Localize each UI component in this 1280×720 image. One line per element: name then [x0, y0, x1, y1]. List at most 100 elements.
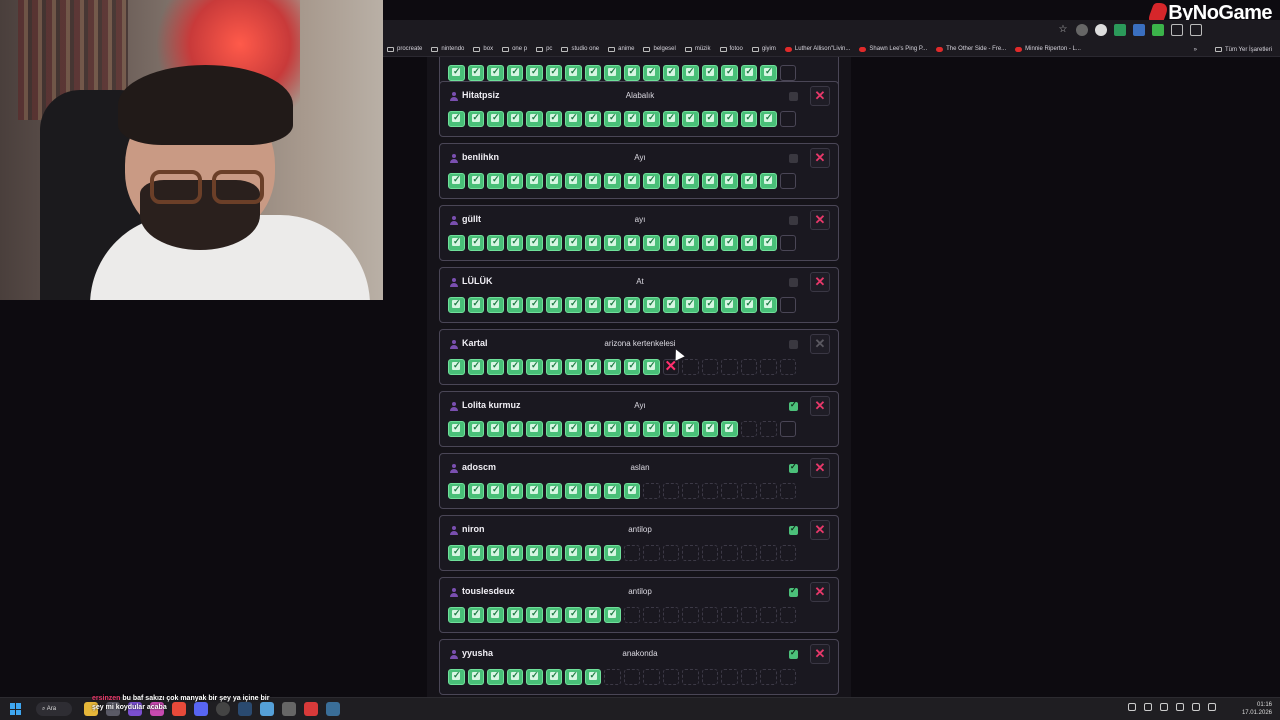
- bookmark-item[interactable]: giyim: [751, 46, 776, 52]
- guess-correct-box: [526, 297, 543, 313]
- guess-correct-box: [448, 359, 465, 375]
- windows-start-icon[interactable]: [10, 703, 22, 715]
- guess-correct-box: [526, 111, 543, 127]
- guess-correct-box: [448, 421, 465, 437]
- bookmark-item[interactable]: box: [473, 46, 493, 52]
- guess-empty-box: [760, 359, 777, 375]
- bookmark-item[interactable]: pc: [536, 46, 552, 52]
- approve-checkbox[interactable]: [789, 216, 798, 225]
- star-icon[interactable]: ☆: [1057, 24, 1069, 36]
- guess-row: [448, 421, 796, 437]
- user-icon: [450, 154, 458, 163]
- guess-correct-box: [623, 65, 640, 81]
- guess-correct-box: [623, 359, 640, 375]
- bookmark-item[interactable]: Minnie Riperton - L...: [1015, 46, 1081, 52]
- download-icon[interactable]: [1190, 24, 1202, 36]
- guess-empty-box: [682, 607, 699, 623]
- user-icon: [450, 650, 458, 659]
- screen: ByNoGame ☆ procreate nintendo box one p pc st…: [0, 0, 1280, 720]
- delete-button[interactable]: ✕: [810, 210, 830, 230]
- network-icon[interactable]: [1144, 703, 1152, 711]
- approve-checkbox[interactable]: [789, 400, 798, 411]
- delete-button[interactable]: ✕: [810, 334, 830, 354]
- guess-correct-box: [545, 545, 562, 561]
- guess-correct-box: [701, 111, 718, 127]
- bookmark-item[interactable]: one p: [502, 46, 527, 52]
- delete-button[interactable]: ✕: [810, 458, 830, 478]
- wifi-icon[interactable]: [1176, 703, 1184, 711]
- guess-empty-box: [779, 111, 796, 127]
- approve-checkbox[interactable]: [789, 154, 798, 163]
- guess-correct-box: [487, 297, 504, 313]
- guess-correct-box: [545, 111, 562, 127]
- guess-correct-box: [760, 297, 777, 313]
- delete-button[interactable]: ✕: [810, 396, 830, 416]
- guess-correct-box: [643, 297, 660, 313]
- bookmark-item[interactable]: anime: [608, 46, 634, 52]
- chat-username: ersinzen: [92, 695, 121, 702]
- guess-correct-box: [740, 173, 757, 189]
- steam-icon[interactable]: [326, 702, 340, 716]
- taskbar-clock[interactable]: 01:16 17.01.2026: [1242, 701, 1272, 717]
- bookmark-label: Shawn Lee's Ping P...: [869, 46, 928, 52]
- extension-icon[interactable]: [1152, 24, 1164, 36]
- puzzle-icon[interactable]: [1171, 24, 1183, 36]
- approve-checkbox[interactable]: [789, 278, 798, 287]
- volume-icon[interactable]: [1192, 703, 1200, 711]
- player-list: HitatpsizAlabalık✕benlihknAyı✕gülltayı✕L…: [427, 57, 851, 697]
- bookmark-item[interactable]: fotoo: [719, 46, 743, 52]
- guess-correct-box: [565, 607, 582, 623]
- player-name: touslesdeux: [462, 586, 515, 596]
- youtube-icon: [1015, 46, 1023, 52]
- app-icon[interactable]: [304, 702, 318, 716]
- delete-button[interactable]: ✕: [810, 644, 830, 664]
- delete-button[interactable]: ✕: [810, 86, 830, 106]
- guess-correct-box: [565, 545, 582, 561]
- guess-correct-box: [545, 421, 562, 437]
- approve-checkbox[interactable]: [789, 92, 798, 101]
- approve-checkbox[interactable]: [789, 648, 798, 659]
- player-answer: aslan: [630, 463, 650, 472]
- bookmark-item[interactable]: The Other Side - Fre...: [936, 46, 1006, 52]
- approve-checkbox[interactable]: [789, 524, 798, 535]
- guess-correct-box: [604, 421, 621, 437]
- guess-empty-box: [740, 359, 757, 375]
- approve-checkbox[interactable]: [789, 462, 798, 473]
- chevron-up-icon[interactable]: [1128, 703, 1136, 711]
- all-bookmarks-button[interactable]: Tüm Yer İşaretleri: [1214, 46, 1272, 53]
- bookmarks-more-button[interactable]: »: [1194, 47, 1197, 53]
- guess-correct-box: [448, 545, 465, 561]
- guess-correct-box: [467, 111, 484, 127]
- delete-button[interactable]: ✕: [810, 582, 830, 602]
- approve-checkbox[interactable]: [789, 340, 798, 349]
- delete-button[interactable]: ✕: [810, 272, 830, 292]
- bookmark-label: one p: [512, 46, 528, 52]
- battery-icon[interactable]: [1208, 703, 1216, 711]
- extension-icon[interactable]: [1133, 24, 1145, 36]
- extension-icon[interactable]: [1076, 24, 1088, 36]
- player-name: niron: [462, 524, 485, 534]
- browser-url-bar[interactable]: ☆: [383, 20, 1280, 42]
- app-icon[interactable]: [282, 702, 296, 716]
- taskbar-search[interactable]: ⌕ Ara: [36, 702, 72, 716]
- bookmark-item[interactable]: procreate: [387, 46, 422, 52]
- delete-button[interactable]: ✕: [810, 520, 830, 540]
- extension-icon[interactable]: [1095, 24, 1107, 36]
- guess-correct-box: [467, 483, 484, 499]
- app-tray-icon[interactable]: [1160, 703, 1168, 711]
- bookmark-item[interactable]: Shawn Lee's Ping P...: [859, 46, 927, 52]
- bookmark-item[interactable]: nintendo: [431, 46, 464, 52]
- bookmark-item[interactable]: belgesel: [643, 46, 676, 52]
- approve-checkbox[interactable]: [789, 586, 798, 597]
- delete-button[interactable]: ✕: [810, 148, 830, 168]
- user-icon: [450, 340, 458, 349]
- extension-icon[interactable]: [1114, 24, 1126, 36]
- bookmark-item[interactable]: Luther Allison"Livin...: [784, 46, 850, 52]
- bookmark-label: procreate: [397, 46, 423, 52]
- bookmark-item[interactable]: studio one: [561, 46, 599, 52]
- guess-correct-box: [604, 483, 621, 499]
- guess-empty-box: [760, 669, 777, 685]
- all-bookmarks-label: Tüm Yer İşaretleri: [1224, 46, 1272, 53]
- guess-empty-box: [701, 669, 718, 685]
- bookmark-item[interactable]: müzik: [684, 46, 711, 52]
